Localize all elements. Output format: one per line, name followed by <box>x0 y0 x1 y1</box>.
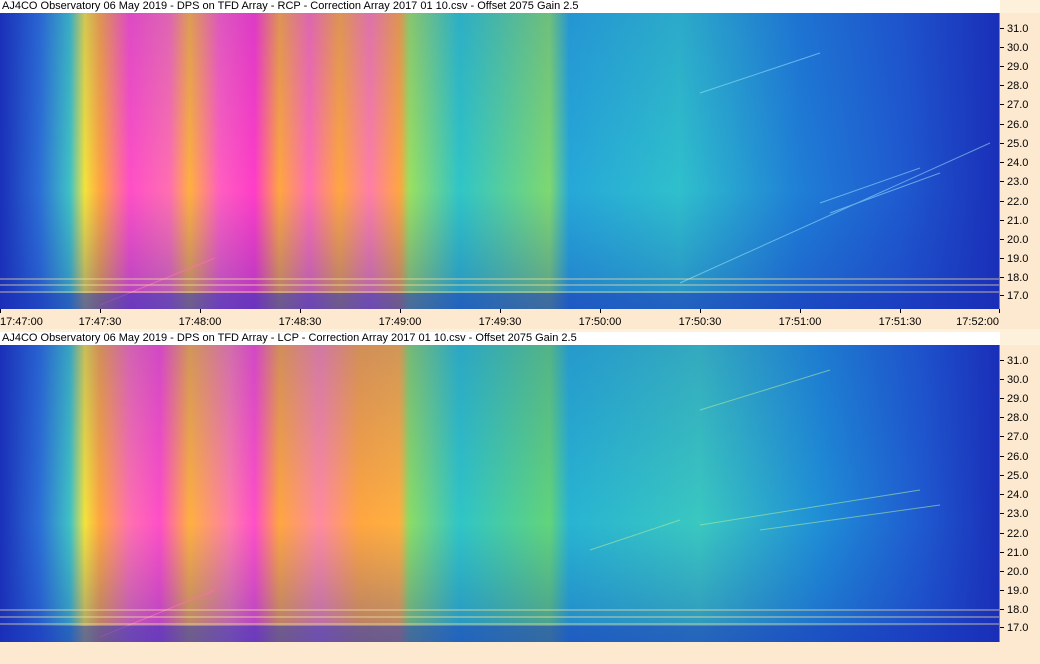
y-tick: 17.0 <box>1000 290 1040 302</box>
bottom-strip <box>0 642 1040 664</box>
title-rcp: AJ4CO Observatory 06 May 2019 - DPS on T… <box>0 0 1000 13</box>
y-tick: 30.0 <box>1000 374 1040 386</box>
y-tick: 23.0 <box>1000 176 1040 188</box>
time-axis: 17:47:00 17:47:30 17:48:00 17:48:30 17:4… <box>0 309 1040 329</box>
spectrogram-rcp-image <box>0 13 999 309</box>
y-tick: 27.0 <box>1000 99 1040 111</box>
y-tick: 19.0 <box>1000 585 1040 597</box>
y-tick: 22.0 <box>1000 528 1040 540</box>
y-tick: 26.0 <box>1000 119 1040 131</box>
y-tick: 26.0 <box>1000 451 1040 463</box>
y-tick: 23.0 <box>1000 508 1040 520</box>
y-tick: 28.0 <box>1000 80 1040 92</box>
y-axis-rcp: 31.0 30.0 29.0 28.0 27.0 26.0 25.0 24.0 … <box>999 13 1040 309</box>
y-tick: 20.0 <box>1000 566 1040 578</box>
y-tick: 31.0 <box>1000 355 1040 367</box>
y-tick: 28.0 <box>1000 412 1040 424</box>
y-tick: 29.0 <box>1000 393 1040 405</box>
y-axis-lcp: 31.0 30.0 29.0 28.0 27.0 26.0 25.0 24.0 … <box>999 345 1040 642</box>
y-tick: 21.0 <box>1000 547 1040 559</box>
y-tick: 20.0 <box>1000 234 1040 246</box>
y-tick: 25.0 <box>1000 470 1040 482</box>
y-tick: 17.0 <box>1000 622 1040 634</box>
y-tick: 27.0 <box>1000 431 1040 443</box>
y-tick: 24.0 <box>1000 157 1040 169</box>
y-tick: 25.0 <box>1000 138 1040 150</box>
y-tick: 31.0 <box>1000 23 1040 35</box>
y-tick: 22.0 <box>1000 196 1040 208</box>
spectrogram-lcp-image <box>0 345 999 642</box>
y-tick: 21.0 <box>1000 215 1040 227</box>
y-tick: 29.0 <box>1000 61 1040 73</box>
y-tick: 18.0 <box>1000 272 1040 284</box>
spectrogram-rcp <box>0 13 999 309</box>
y-tick: 24.0 <box>1000 489 1040 501</box>
y-tick: 18.0 <box>1000 604 1040 616</box>
y-tick: 19.0 <box>1000 253 1040 265</box>
y-tick: 30.0 <box>1000 42 1040 54</box>
spectrogram-lcp <box>0 345 999 642</box>
title-lcp: AJ4CO Observatory 06 May 2019 - DPS on T… <box>0 332 1000 345</box>
